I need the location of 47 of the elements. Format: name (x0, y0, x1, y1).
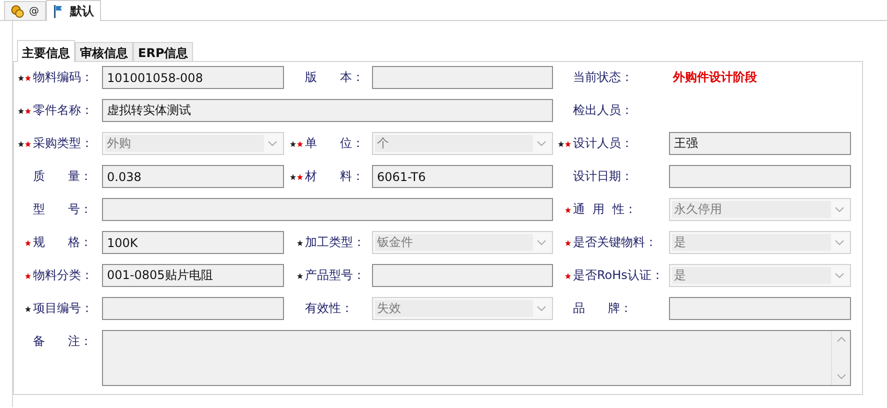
field-label: 型 号： (33, 201, 93, 218)
field-label: 有效性： (305, 300, 354, 317)
text-field[interactable]: 100K (102, 231, 284, 254)
field-label: 是否RoHs认证： (573, 267, 664, 284)
tab-label: 默认 (70, 2, 94, 20)
text-field[interactable]: 001-0805贴片电阻 (102, 264, 284, 287)
text-field[interactable]: 王强 (669, 132, 851, 155)
text-field[interactable] (372, 264, 553, 287)
field-label: 通 用 性： (573, 201, 638, 218)
field-label: 品 牌： (573, 300, 633, 317)
field-label: 当前状态： (573, 69, 634, 86)
field-label: 设计日期： (573, 168, 634, 185)
field-label: 质 量： (33, 168, 93, 185)
field-label: 物料分类： (33, 267, 94, 284)
field-label: 设计人员： (573, 135, 634, 152)
text-field[interactable]: 101001058-008 (102, 66, 284, 89)
text-field[interactable]: 虚拟转实体测试 (102, 99, 553, 122)
toolbar-tab[interactable]: @ (4, 1, 46, 20)
text-field[interactable] (102, 297, 284, 320)
form-tab[interactable]: 主要信息 (17, 40, 75, 62)
text-field[interactable]: 6061-T6 (372, 165, 553, 188)
field-label: 零件名称： (33, 102, 94, 119)
flag-icon (53, 4, 65, 18)
field-label: 版 本： (305, 69, 365, 86)
field-label: 单 位： (305, 135, 365, 152)
field-label: 产品型号： (305, 267, 366, 284)
field-label: 材 料： (305, 168, 365, 185)
text-field[interactable] (102, 198, 553, 221)
field-label: 检出人员： (573, 102, 634, 119)
notes-field[interactable] (102, 330, 851, 386)
field-label: 采购类型： (33, 135, 94, 152)
status-value: 外购件设计阶段 (672, 69, 758, 86)
text-field[interactable] (669, 297, 851, 320)
text-field[interactable] (372, 66, 553, 89)
tab-label: @ (29, 6, 39, 16)
field-label: 物料编码： (33, 69, 94, 86)
toolbar-tab[interactable]: 默认 (46, 0, 101, 21)
text-field[interactable]: 0.038 (102, 165, 284, 188)
coins-icon (11, 4, 24, 18)
field-label: 是否关键物料： (573, 234, 658, 251)
field-label: 加工类型： (305, 234, 366, 251)
field-label: 备 注： (33, 333, 93, 350)
form-tab[interactable]: ERP信息 (133, 42, 194, 61)
field-label: 项目编号： (33, 300, 94, 317)
text-field[interactable] (669, 165, 851, 188)
field-label: 规 格： (33, 234, 93, 251)
form-tab[interactable]: 审核信息 (75, 42, 133, 61)
